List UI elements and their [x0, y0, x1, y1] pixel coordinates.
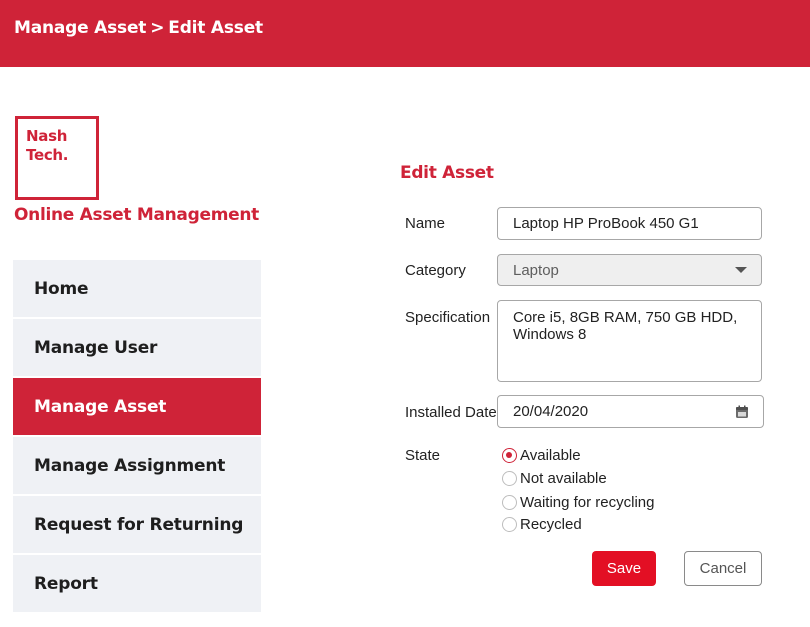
cancel-button[interactable]: Cancel — [684, 551, 762, 586]
radio-button[interactable] — [502, 517, 517, 532]
name-label: Name — [405, 215, 446, 232]
logo-line-1: Nash — [26, 127, 68, 145]
radio-button[interactable] — [502, 471, 517, 486]
state-option-label: Not available — [520, 470, 607, 487]
breadcrumb: Manage Asset > Edit Asset — [14, 18, 263, 38]
state-option-available[interactable]: Available — [502, 447, 581, 464]
state-option-waiting-for-recycling[interactable]: Waiting for recycling — [502, 494, 655, 511]
category-select: Laptop — [497, 254, 762, 286]
breadcrumb-root[interactable]: Manage Asset — [14, 18, 146, 38]
sidebar-item-home[interactable]: Home — [13, 260, 261, 317]
name-input[interactable]: Laptop HP ProBook 450 G1 — [497, 207, 762, 240]
form-title: Edit Asset — [400, 163, 494, 183]
specification-textarea[interactable]: Core i5, 8GB RAM, 750 GB HDD, Windows 8 — [497, 300, 762, 382]
breadcrumb-current: Edit Asset — [168, 18, 263, 38]
sidebar-item-request-for-returning[interactable]: Request for Returning — [13, 496, 261, 553]
top-header-bar: Manage Asset > Edit Asset — [0, 0, 810, 67]
sidebar-item-manage-asset[interactable]: Manage Asset — [13, 378, 261, 435]
state-option-label: Waiting for recycling — [520, 494, 655, 511]
breadcrumb-separator: > — [150, 18, 165, 38]
installed-date-label: Installed Date — [405, 404, 497, 421]
app-title: Online Asset Management — [14, 205, 259, 225]
installed-date-value: 20/04/2020 — [513, 403, 589, 420]
specification-label: Specification — [405, 309, 491, 326]
sidebar-item-report[interactable]: Report — [13, 555, 261, 612]
sidebar-item-manage-user[interactable]: Manage User — [13, 319, 261, 376]
name-value: Laptop HP ProBook 450 G1 — [513, 215, 699, 232]
radio-button[interactable] — [502, 495, 517, 510]
logo-line-2: Tech. — [26, 146, 69, 164]
calendar-icon[interactable] — [735, 405, 749, 419]
save-button[interactable]: Save — [592, 551, 656, 586]
category-value: Laptop — [513, 261, 559, 279]
state-option-recycled[interactable]: Recycled — [502, 516, 582, 533]
installed-date-input[interactable]: 20/04/2020 — [497, 395, 764, 428]
category-label: Category — [405, 262, 466, 279]
nashtech-logo: Nash Tech. — [15, 116, 99, 200]
state-option-not-available[interactable]: Not available — [502, 470, 607, 487]
state-option-label: Recycled — [520, 516, 582, 533]
state-option-label: Available — [520, 447, 581, 464]
radio-button-checked[interactable] — [502, 448, 517, 463]
chevron-down-icon — [735, 267, 747, 273]
sidebar-nav: Home Manage User Manage Asset Manage Ass… — [13, 260, 261, 614]
sidebar-item-manage-assignment[interactable]: Manage Assignment — [13, 437, 261, 494]
state-label: State — [405, 447, 441, 464]
